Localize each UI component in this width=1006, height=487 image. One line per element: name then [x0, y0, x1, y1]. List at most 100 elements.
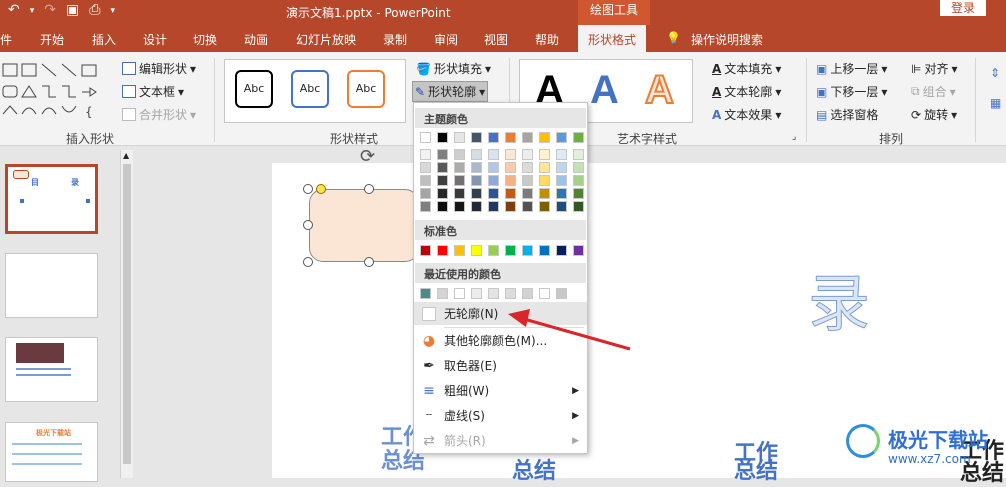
theme-shade-swatch[interactable]: [522, 149, 533, 160]
resize-handle[interactable]: [303, 220, 313, 230]
standard-color-swatch[interactable]: [488, 245, 499, 256]
theme-shade-swatch[interactable]: [505, 149, 516, 160]
recent-color-swatch[interactable]: [437, 288, 448, 299]
theme-color-swatch[interactable]: [573, 132, 584, 143]
redo-icon[interactable]: ↷: [44, 2, 56, 18]
slide-text-lu[interactable]: 录: [807, 253, 870, 343]
shape-outline-button[interactable]: ✎ 形状轮廓 ▾: [412, 81, 489, 102]
theme-shade-swatch[interactable]: [488, 149, 499, 160]
align-button[interactable]: ⊫ 对齐 ▾: [911, 60, 958, 77]
text-effects-button[interactable]: A 文本效果 ▾: [712, 106, 781, 123]
theme-shade-swatch[interactable]: [539, 188, 550, 199]
standard-color-swatch[interactable]: [522, 245, 533, 256]
shapes-gallery[interactable]: {: [2, 62, 102, 120]
theme-shade-swatch[interactable]: [420, 175, 431, 186]
selected-rounded-rectangle[interactable]: [309, 189, 419, 262]
slide-thumbnail-4[interactable]: 极光下载站: [5, 422, 98, 482]
size-icon-2[interactable]: ▦: [990, 96, 1001, 110]
present-icon[interactable]: ▣: [66, 2, 79, 18]
theme-shade-swatch[interactable]: [573, 175, 584, 186]
theme-shade-swatch[interactable]: [454, 175, 465, 186]
tab-shape-format[interactable]: 形状格式: [578, 25, 647, 52]
theme-shade-swatch[interactable]: [505, 201, 516, 212]
theme-shade-swatch[interactable]: [454, 201, 465, 212]
standard-color-swatch[interactable]: [505, 245, 516, 256]
tell-me-search[interactable]: 操作说明搜索: [691, 31, 763, 48]
rotate-button[interactable]: ⟳ 旋转 ▾: [911, 106, 957, 123]
slide-thumbnail-3[interactable]: [5, 337, 98, 402]
weight-item[interactable]: ≡ 粗细(W) ▶: [414, 379, 587, 402]
theme-shade-swatch[interactable]: [471, 175, 482, 186]
standard-color-swatch[interactable]: [539, 245, 550, 256]
theme-shade-swatch[interactable]: [488, 201, 499, 212]
recent-color-swatch[interactable]: [556, 288, 567, 299]
standard-color-swatch[interactable]: [420, 245, 431, 256]
recent-color-swatch[interactable]: [505, 288, 516, 299]
theme-shade-swatch[interactable]: [420, 162, 431, 173]
theme-shade-swatch[interactable]: [471, 188, 482, 199]
theme-shade-swatch[interactable]: [539, 149, 550, 160]
send-backward-button[interactable]: ▣ 下移一层 ▾: [816, 83, 887, 100]
merge-shapes-button[interactable]: 合并形状 ▾: [122, 106, 196, 123]
text-outline-button[interactable]: A 文本轮廓 ▾: [712, 83, 781, 100]
theme-shade-swatch[interactable]: [522, 201, 533, 212]
theme-shade-swatch[interactable]: [522, 175, 533, 186]
theme-shade-swatch[interactable]: [573, 149, 584, 160]
slide-thumbnail-1[interactable]: 目 录: [5, 164, 98, 234]
recent-color-swatch[interactable]: [454, 288, 465, 299]
theme-shade-swatch[interactable]: [539, 201, 550, 212]
tab-insert[interactable]: 插入: [92, 31, 116, 48]
standard-color-swatch[interactable]: [471, 245, 482, 256]
theme-color-swatch[interactable]: [505, 132, 516, 143]
shape-style-orange[interactable]: Abc: [347, 70, 385, 108]
tab-slideshow[interactable]: 幻灯片放映: [296, 31, 356, 48]
theme-shade-swatch[interactable]: [420, 149, 431, 160]
standard-color-swatch[interactable]: [573, 245, 584, 256]
theme-color-swatch[interactable]: [437, 132, 448, 143]
dashes-item[interactable]: ┄ 虚线(S) ▶: [414, 404, 587, 427]
slide-text-summary-2[interactable]: 总结: [512, 453, 556, 485]
text-fill-button[interactable]: A 文本填充 ▾: [712, 60, 781, 77]
tab-help[interactable]: 帮助: [535, 31, 559, 48]
theme-shade-swatch[interactable]: [573, 162, 584, 173]
theme-shade-swatch[interactable]: [539, 175, 550, 186]
recent-color-swatch[interactable]: [539, 288, 550, 299]
standard-color-swatch[interactable]: [556, 245, 567, 256]
theme-color-swatch[interactable]: [522, 132, 533, 143]
wordart-style-blue[interactable]: A: [590, 68, 619, 112]
standard-color-swatch[interactable]: [437, 245, 448, 256]
theme-shade-swatch[interactable]: [471, 162, 482, 173]
theme-shade-swatch[interactable]: [420, 201, 431, 212]
text-box-button[interactable]: 文本框 ▾: [122, 83, 184, 100]
scroll-thumb[interactable]: [123, 164, 131, 464]
theme-color-swatch[interactable]: [488, 132, 499, 143]
undo-dropdown-icon[interactable]: ▾: [30, 6, 35, 18]
resize-handle[interactable]: [364, 257, 374, 267]
theme-shade-swatch[interactable]: [539, 162, 550, 173]
scroll-up-icon[interactable]: ▲: [123, 151, 129, 160]
customize-qat-icon[interactable]: ▾: [110, 6, 115, 18]
theme-shade-swatch[interactable]: [454, 188, 465, 199]
theme-shade-swatch[interactable]: [556, 201, 567, 212]
tab-design[interactable]: 设计: [143, 31, 167, 48]
login-button[interactable]: 登录: [940, 0, 986, 16]
theme-shade-swatch[interactable]: [505, 175, 516, 186]
tab-animations[interactable]: 动画: [244, 31, 268, 48]
tab-view[interactable]: 视图: [484, 31, 508, 48]
print-preview-icon[interactable]: ⎙: [89, 2, 100, 18]
theme-color-swatch[interactable]: [420, 132, 431, 143]
theme-color-swatch[interactable]: [454, 132, 465, 143]
theme-shade-swatch[interactable]: [437, 149, 448, 160]
shape-fill-button[interactable]: 🪣 形状填充 ▾: [416, 60, 491, 77]
size-icon[interactable]: ⇕: [990, 66, 1000, 80]
eyedropper-item[interactable]: ✒ 取色器(E): [414, 354, 587, 377]
recent-color-swatch[interactable]: [420, 288, 431, 299]
theme-color-swatch[interactable]: [556, 132, 567, 143]
theme-shade-swatch[interactable]: [471, 149, 482, 160]
recent-color-swatch[interactable]: [522, 288, 533, 299]
tab-home[interactable]: 开始: [40, 31, 64, 48]
group-button[interactable]: ⧉ 组合 ▾: [911, 83, 956, 100]
tab-record[interactable]: 录制: [383, 31, 407, 48]
theme-color-swatch[interactable]: [539, 132, 550, 143]
theme-shade-swatch[interactable]: [556, 188, 567, 199]
